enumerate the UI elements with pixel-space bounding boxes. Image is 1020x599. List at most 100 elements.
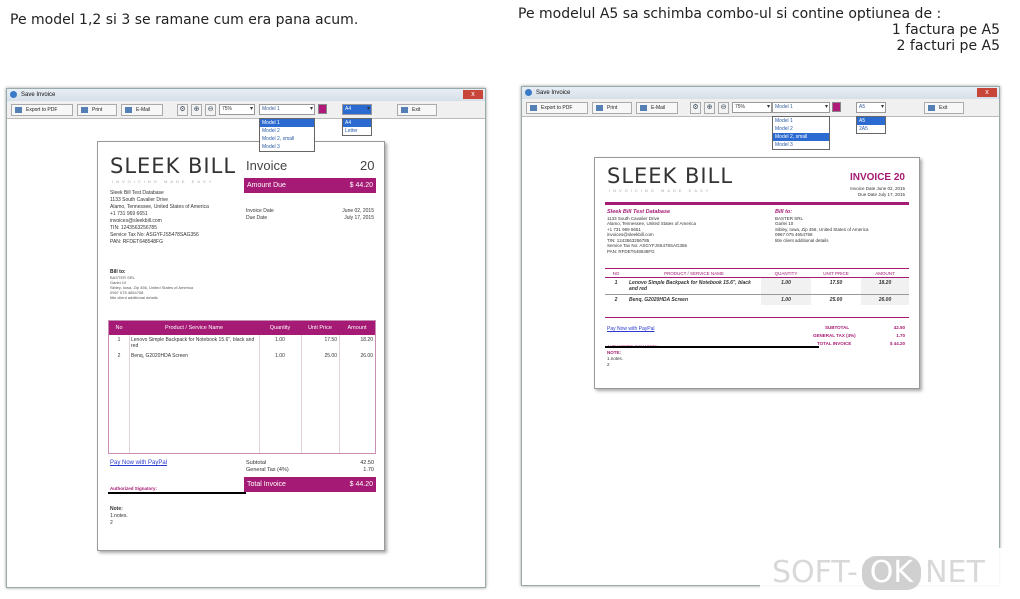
model-option-1[interactable]: Model 1 [260, 119, 314, 127]
zoom-in-icon: ⊕ [706, 104, 713, 111]
invoice-number: 20 [360, 158, 375, 173]
preview-area[interactable]: SLEEK BILL INVOICING MADE EASY Invoice 2… [7, 119, 485, 587]
tagline: INVOICING MADE EASY [609, 188, 712, 193]
mail-icon [640, 105, 647, 111]
notes: NOTE: 1.notes. 2 [607, 350, 624, 367]
table-row: 2 Benq, G2020HDA Screen 1.00 25.00 26.00 [117, 353, 373, 359]
paypal-link[interactable]: Pay Now with PayPal [110, 460, 167, 467]
model-option-3[interactable]: Model 3 [260, 143, 314, 151]
paper-combo[interactable]: A4 [342, 104, 372, 115]
printer-icon [81, 107, 88, 113]
pdf-icon [15, 107, 22, 113]
zoom-in-button[interactable]: ⊕ [704, 102, 715, 114]
save-invoice-window-left: Save Invoice x Export to PDF Print E-Mail… [6, 88, 486, 588]
mail-icon [125, 107, 132, 113]
right-note-title: Pe modelul A5 sa schimba combo-ul si con… [518, 6, 942, 22]
totals: Subtotal 42.50 General Tax (4%) 1.70 [246, 460, 374, 473]
table-header: NO PRODUCT / SERVICE NAME QUANTITY UNIT PRI… [605, 269, 909, 278]
company-info: Sleek Bill Test Database 1133 South Caval… [110, 190, 209, 245]
zoom-out-icon: ⊖ [207, 106, 214, 113]
bill-to: Bill to: BASTER SRL Garlei 10 Sibley, Iowa,… [110, 269, 194, 301]
table-row: 1 Lenovo Simple Backpack for Notebook 15.… [605, 278, 909, 295]
paypal-link[interactable]: Pay Now with PayPal [607, 326, 655, 333]
table-row: 2 Benq, G2020HDA Screen 1.00 25.00 26.00 [605, 295, 909, 305]
zoom-in-icon: ⊕ [193, 106, 200, 113]
exit-icon [928, 105, 935, 111]
gear-icon: ⚙ [692, 104, 699, 111]
paper-dropdown: A5 2A5 [856, 116, 886, 134]
color-swatch[interactable] [832, 102, 841, 112]
model-combo[interactable]: Model 1 [259, 104, 315, 115]
print-button[interactable]: Print [77, 104, 117, 116]
app-icon [525, 89, 532, 96]
signature-line [108, 492, 246, 494]
model-option-2-small[interactable]: Model 2, small [260, 135, 314, 143]
zoom-in-button[interactable]: ⊕ [191, 104, 202, 116]
logo: SLEEK BILL [110, 154, 237, 178]
exit-button[interactable]: Exit [924, 102, 964, 114]
zoom-out-icon: ⊖ [720, 104, 727, 111]
watermark: SOFT- OK NET [760, 548, 1020, 599]
company-info: Sleek Bill Test Database 1133 South Caval… [607, 209, 696, 254]
zoom-out-button[interactable]: ⊖ [205, 104, 216, 116]
exit-icon [401, 107, 408, 113]
export-pdf-button[interactable]: Export to PDF [526, 102, 588, 114]
totals: SUBTOTAL 42.50 GENERAL TAX (4%) 1.70 TOTAL… [813, 325, 905, 346]
settings-gear-button[interactable]: ⚙ [177, 104, 188, 116]
model-dropdown: Model 1 Model 2 Model 2, small Model 3 [772, 116, 830, 150]
model-option-2-small[interactable]: Model 2, small [773, 133, 829, 141]
zoom-combo[interactable]: 75% [732, 102, 772, 113]
signatory-label: Authorized Signatory: [110, 486, 157, 491]
table-row: 1 Lenovo Simple Backpack for Notebook 15.… [117, 337, 373, 349]
model-option-1[interactable]: Model 1 [773, 117, 829, 125]
invoice-page: SLEEK BILL INVOICING MADE EASY Invoice 2… [97, 141, 385, 551]
tagline: INVOICING MADE EASY [112, 179, 215, 184]
paper-option-2a5[interactable]: 2A5 [857, 125, 885, 133]
gear-icon: ⚙ [179, 106, 186, 113]
email-button[interactable]: E-Mail [636, 102, 678, 114]
settings-gear-button[interactable]: ⚙ [690, 102, 701, 114]
model-option-2[interactable]: Model 2 [260, 127, 314, 135]
paper-dropdown: A4 Letter [342, 118, 372, 136]
left-note: Pe model 1,2 si 3 se ramane cum era pana… [10, 12, 359, 28]
notes: Note: 1.notes. 2 [110, 506, 128, 526]
pdf-icon [530, 105, 537, 111]
model-option-3[interactable]: Model 3 [773, 141, 829, 149]
email-button[interactable]: E-Mail [121, 104, 163, 116]
preview-area[interactable]: SLEEK BILL INVOICING MADE EASY INVOICE 2… [522, 117, 999, 585]
items-table: No Product / Service Name Quantity Unit Pri… [108, 320, 376, 454]
paper-option-letter[interactable]: Letter [343, 127, 371, 135]
bill-to: Bill to: BASTER SRL Garlei 10 Sibley, Iowa,… [775, 209, 869, 243]
signature-line [605, 346, 819, 348]
total-invoice-bar: Total Invoice $ 44.20 [244, 477, 376, 492]
zoom-combo[interactable]: 75% [219, 104, 255, 115]
exit-button[interactable]: Exit [397, 104, 437, 116]
paper-combo[interactable]: A5 [856, 102, 886, 113]
invoice-dates: Invoice Date June 02, 2015 Due Date July … [850, 186, 905, 197]
print-button[interactable]: Print [592, 102, 632, 114]
model-dropdown: Model 1 Model 2 Model 2, small Model 3 [259, 118, 315, 152]
model-combo[interactable]: Model 1 [772, 102, 830, 113]
close-button[interactable]: x [977, 88, 997, 97]
title-bar: Save Invoice x [522, 87, 999, 99]
invoice-page-a5: SLEEK BILL INVOICING MADE EASY INVOICE 2… [594, 157, 920, 389]
export-pdf-button[interactable]: Export to PDF [11, 104, 73, 116]
right-note-line1: 1 factura pe A5 [891, 22, 1000, 38]
paper-option-a4[interactable]: A4 [343, 119, 371, 127]
toolbar: Export to PDF Print E-Mail ⚙ ⊕ ⊖ 75% Mod… [7, 101, 485, 119]
color-swatch[interactable] [318, 104, 327, 114]
model-option-2[interactable]: Model 2 [773, 125, 829, 133]
zoom-out-button[interactable]: ⊖ [718, 102, 729, 114]
paper-option-a5[interactable]: A5 [857, 117, 885, 125]
invoice-dates: Invoice Date June 02, 2015 Due Date July 1… [246, 208, 374, 221]
printer-icon [596, 105, 603, 111]
right-note-line2: 2 facturi pe A5 [896, 38, 1000, 54]
close-button[interactable]: x [463, 90, 483, 99]
app-icon [10, 91, 17, 98]
window-title: Save Invoice [21, 92, 56, 98]
save-invoice-window-right: Save Invoice x Export to PDF Print E-Mail… [521, 86, 1000, 586]
table-header: No Product / Service Name Quantity Unit Pri… [109, 321, 375, 335]
amount-due-value: $ 44.20 [349, 182, 373, 189]
logo: SLEEK BILL [607, 164, 734, 188]
items-table: NO PRODUCT / SERVICE NAME QUANTITY UNIT PRI… [605, 268, 909, 318]
